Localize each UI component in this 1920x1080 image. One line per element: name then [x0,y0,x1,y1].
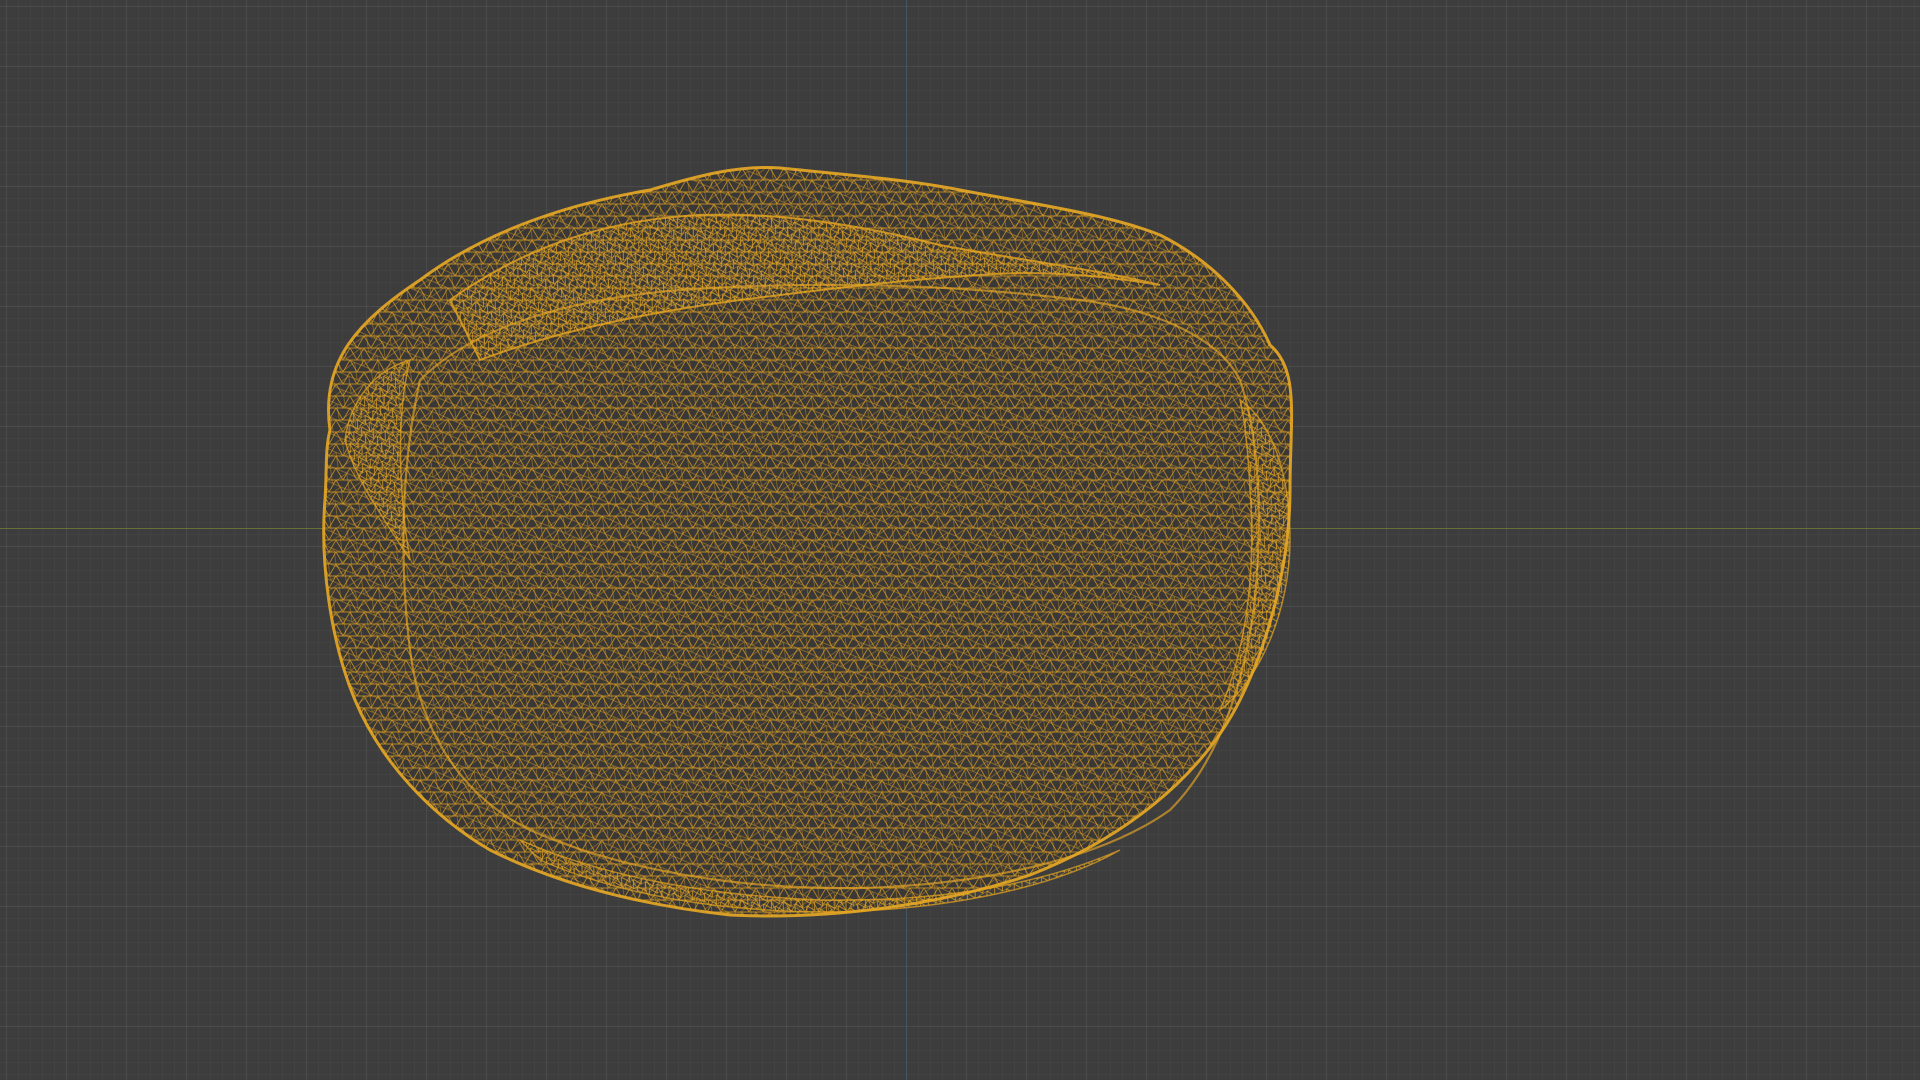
wireframe-rock-mesh[interactable] [0,0,1920,1080]
3d-viewport[interactable] [0,0,1920,1080]
